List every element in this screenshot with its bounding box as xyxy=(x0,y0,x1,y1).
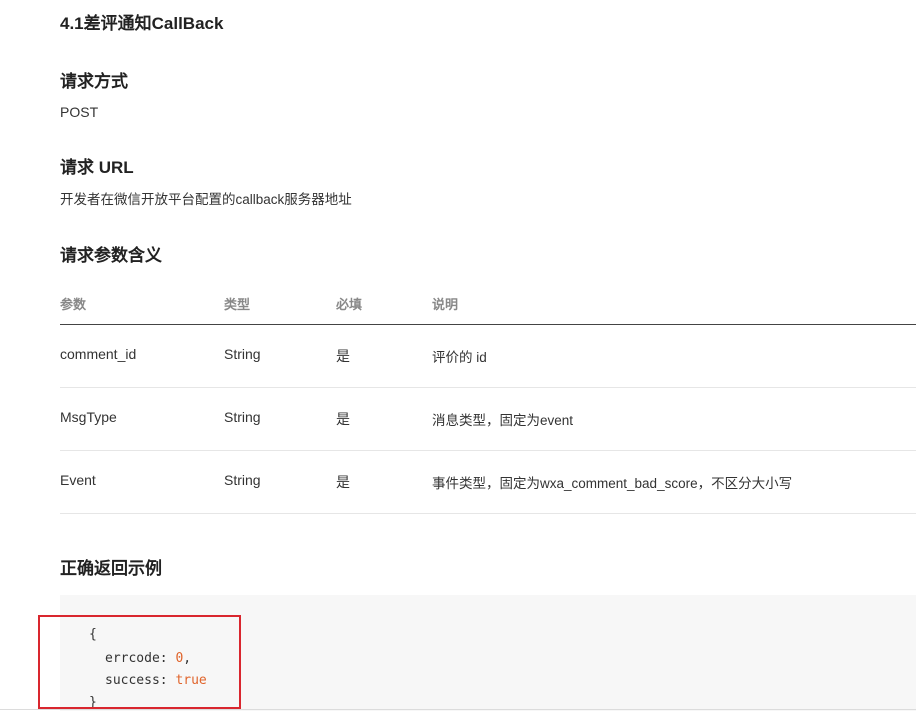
request-method-value: POST xyxy=(60,104,99,120)
param-description: 事件类型，固定为wxa_comment_bad_score，不区分大小写 xyxy=(432,476,793,491)
request-url-heading: 请求 URL xyxy=(60,158,134,177)
param-required: 是 xyxy=(336,474,350,490)
param-type: String xyxy=(224,409,261,425)
column-header-type: 类型 xyxy=(224,297,251,312)
divider xyxy=(0,709,916,710)
param-description: 评价的 id xyxy=(432,350,487,365)
param-type: String xyxy=(224,346,261,362)
params-table: 参数 类型 必填 说明 comment_id String 是 评价的 id M… xyxy=(60,284,916,514)
example-heading: 正确返回示例 xyxy=(60,559,162,578)
request-method-heading: 请求方式 xyxy=(60,72,128,91)
column-header-description: 说明 xyxy=(432,297,459,312)
param-required: 是 xyxy=(336,348,350,364)
param-type: String xyxy=(224,472,261,488)
param-name: MsgType xyxy=(60,409,117,425)
param-description: 消息类型，固定为event xyxy=(432,413,574,428)
param-required: 是 xyxy=(336,411,350,427)
table-row: Event String 是 事件类型，固定为wxa_comment_bad_s… xyxy=(60,451,916,514)
column-header-required: 必填 xyxy=(336,297,363,312)
highlight-box xyxy=(38,615,241,709)
doc-page: 4.1差评通知CallBack 请求方式 POST 请求 URL 开发者在微信开… xyxy=(0,0,916,711)
params-table-header: 参数 类型 必填 说明 xyxy=(60,284,916,325)
table-row: comment_id String 是 评价的 id xyxy=(60,325,916,388)
param-name: Event xyxy=(60,472,96,488)
request-params-heading: 请求参数含义 xyxy=(60,246,162,265)
param-name: comment_id xyxy=(60,346,137,362)
request-url-value: 开发者在微信开放平台配置的callback服务器地址 xyxy=(60,192,352,207)
section-title: 4.1差评通知CallBack xyxy=(60,14,224,33)
column-header-param: 参数 xyxy=(60,297,87,312)
table-row: MsgType String 是 消息类型，固定为event xyxy=(60,388,916,451)
